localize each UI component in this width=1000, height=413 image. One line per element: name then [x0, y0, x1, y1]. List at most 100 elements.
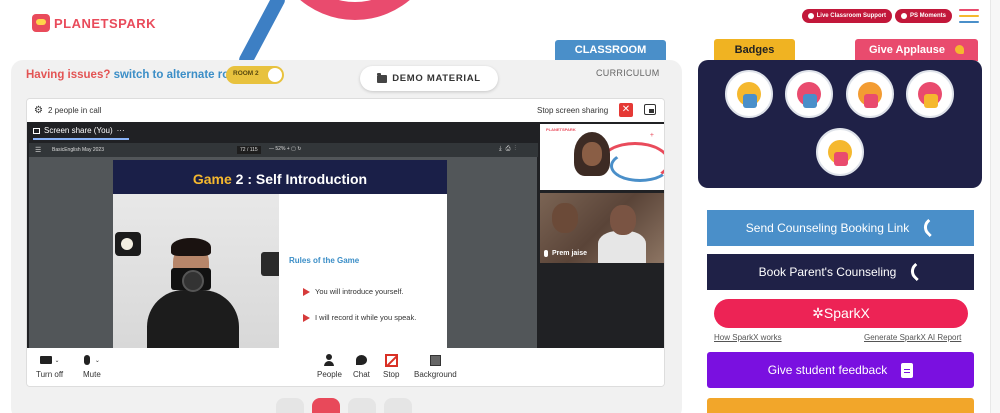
ps-moments-button[interactable]: PS Moments [894, 9, 952, 23]
triangle-bullet-icon [303, 313, 310, 322]
screen-share-tab[interactable]: Screen share (You) ··· [33, 126, 125, 135]
person-body [147, 290, 239, 348]
sparkx-label: SparkX [823, 305, 870, 321]
moments-icon [900, 13, 907, 19]
active-tab-indicator [33, 138, 129, 140]
clap-icon [955, 45, 964, 54]
idea-badge-icon[interactable] [816, 128, 864, 176]
participant-face [552, 203, 578, 233]
chevron-down-icon[interactable]: ⌄ [95, 357, 100, 364]
clipboard-icon [901, 362, 914, 378]
demo-material-label: DEMO MATERIAL [392, 73, 481, 84]
logo-icon [32, 14, 50, 32]
picture-in-picture-icon[interactable] [644, 104, 656, 115]
tab-badges[interactable]: Badges [714, 39, 795, 61]
tile-brand-logo: PLANETSPARK [546, 127, 576, 132]
fullscreen-icon[interactable] [276, 398, 304, 413]
video-call-window: ⚙ 2 people in call Stop screen sharing ✕… [26, 98, 665, 387]
settings-icon[interactable] [384, 398, 412, 413]
pdf-page-indicator[interactable]: 72 / 115 [237, 146, 261, 154]
folder-icon [377, 72, 388, 83]
pdf-tools[interactable]: ⤓⎙⋮ [499, 146, 520, 153]
people-count: 2 people in call [48, 106, 102, 115]
chat-button[interactable]: Chat [353, 353, 370, 379]
gear-icon[interactable]: ⚙ [34, 105, 43, 116]
give-applause-label: Give Applause [869, 44, 946, 56]
ps-moments-label: PS Moments [909, 13, 946, 19]
sparkx-button[interactable]: ✲SparkX [714, 299, 968, 328]
rule-item: I will record it while you speak. [303, 313, 416, 322]
participant-face [610, 205, 636, 235]
badges-panel [698, 60, 982, 188]
slide-title: Game 2 : Self Introduction [192, 171, 368, 187]
send-counseling-label: Send Counseling Booking Link [745, 221, 910, 235]
generate-sparkx-report-link[interactable]: Generate SparkX AI Report [864, 333, 961, 342]
participant-name-other: Prem jaise [544, 250, 587, 257]
power-icon[interactable] [312, 398, 340, 413]
phone-icon [920, 218, 939, 238]
people-icon [324, 354, 335, 366]
page-scrollbar[interactable] [990, 0, 1000, 413]
tab-curriculum[interactable]: CURRICULUM [596, 68, 660, 78]
decorative-wave [610, 150, 664, 182]
hamburger-menu-icon[interactable] [959, 9, 979, 27]
pdf-zoom-level[interactable]: — 52% + ▢ ↻ [269, 146, 301, 152]
person-hair [171, 238, 211, 256]
stop-share-icon [384, 353, 398, 367]
pdf-filename: BasicEnglish May 2023 [52, 147, 104, 153]
logo-text: PLANETSPARK [54, 15, 157, 31]
phone-icon [907, 262, 926, 282]
how-sparkx-works-link[interactable]: How SparkX works [714, 333, 782, 342]
mute-label: Mute [83, 370, 101, 379]
pdf-toolbar: ☰ BasicEnglish May 2023 72 / 115 — 52% +… [29, 143, 538, 157]
sparkle-icon: + [649, 132, 654, 139]
studio-lamp-right [261, 252, 279, 276]
speaker-badge-icon[interactable] [906, 70, 954, 118]
planetspark-logo[interactable]: PLANETSPARK [32, 14, 156, 32]
give-student-feedback-button[interactable]: Give student feedback [707, 352, 974, 388]
pdf-menu-icon[interactable]: ☰ [35, 146, 41, 154]
triangle-bullet-icon [303, 287, 310, 296]
trophy-badge-icon[interactable] [725, 70, 773, 118]
room-toggle[interactable]: ROOM 2 [226, 66, 284, 84]
camera-image [171, 268, 211, 292]
meditation-badge-icon[interactable] [846, 70, 894, 118]
bottom-toolbar [276, 398, 412, 413]
background-button[interactable]: Background [414, 353, 457, 379]
chevron-down-icon[interactable]: ⌄ [55, 357, 60, 364]
issues-prefix: Having issues? [26, 69, 111, 81]
participant-body [598, 231, 646, 263]
people-button[interactable]: People [317, 353, 342, 379]
tab-classroom[interactable]: CLASSROOM [555, 40, 666, 60]
microphone-icon [83, 355, 90, 365]
call-stage: Screen share (You) ··· ☰ BasicEnglish Ma… [27, 122, 664, 348]
stop-screen-sharing-label: Stop screen sharing [537, 106, 609, 115]
stop-share-button[interactable]: Stop [383, 353, 399, 379]
screen-share-tab-label: Screen share (You) [44, 126, 113, 135]
book-parent-label: Book Parent's Counseling [758, 265, 897, 279]
pdf-zoom-value: 52% [275, 146, 286, 152]
hands-up-badge-icon[interactable] [785, 70, 833, 118]
mic-icon [544, 178, 548, 185]
mute-button[interactable]: ⌄ Mute [83, 353, 101, 379]
send-counseling-link-button[interactable]: Send Counseling Booking Link [707, 210, 974, 246]
presentation-slide: Game 2 : Self Introduction Rules of the … [113, 160, 447, 348]
camera-icon [39, 356, 52, 364]
chat-icon [355, 355, 367, 365]
rule-item: You will introduce yourself. [303, 287, 404, 296]
sparkx-icon: ✲ [812, 305, 824, 321]
turn-off-camera-button[interactable]: ⌄ Turn off [36, 353, 63, 379]
live-support-label: Live Classroom Support [816, 13, 886, 19]
stop-sharing-close-icon[interactable]: ✕ [619, 103, 633, 117]
screen-icon[interactable] [348, 398, 376, 413]
demo-material-button[interactable]: DEMO MATERIAL [360, 66, 498, 91]
feedback-label: Give student feedback [767, 363, 888, 377]
call-control-bar: ⌄ Turn off ⌄ Mute People Chat Stop Backg… [27, 348, 664, 386]
studio-lamp [115, 232, 141, 256]
tab-give-applause[interactable]: Give Applause [855, 39, 978, 61]
partially-visible-button[interactable] [707, 398, 974, 413]
photographer-image [113, 194, 279, 348]
more-options-icon[interactable]: ··· [117, 126, 125, 135]
book-parent-counseling-button[interactable]: Book Parent's Counseling [707, 254, 974, 290]
live-classroom-support-button[interactable]: Live Classroom Support [801, 9, 892, 23]
